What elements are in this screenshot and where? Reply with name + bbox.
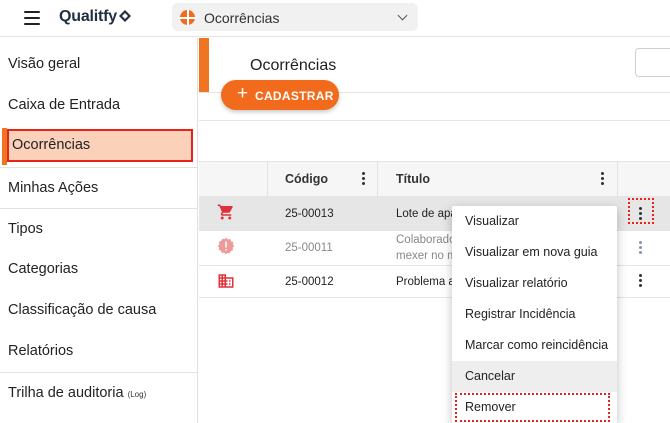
sidebar-item-label: Ocorrências — [7, 129, 193, 162]
cart-icon — [217, 204, 233, 220]
sidebar-item-ocorrencias[interactable]: Ocorrências — [0, 126, 197, 167]
sidebar-item-label: Categorias — [8, 261, 79, 277]
menu-item-marcar-reincidencia[interactable]: Marcar como reincidência — [452, 330, 617, 361]
alert-badge-icon — [217, 237, 235, 255]
sidebar-item-label: Tipos — [8, 221, 43, 237]
sidebar-item-trilha-de-auditoria[interactable]: Trilha de auditoria (Log) — [0, 372, 197, 413]
app-logo[interactable]: Qualitfy — [59, 8, 131, 26]
logo-text: Qualitfy — [59, 8, 117, 25]
column-separator — [377, 162, 378, 197]
module-selector-value: Ocorrências — [204, 10, 280, 26]
row-title: Lote de apa — [396, 208, 457, 220]
divider — [199, 120, 670, 121]
row-actions-icon[interactable] — [639, 241, 643, 255]
sidebar-item-classificacao-de-causa[interactable]: Classificação de causa — [0, 290, 197, 331]
chevron-down-icon — [397, 10, 408, 21]
row-context-menu: Visualizar Visualizar em nova guia Visua… — [452, 206, 617, 423]
sidebar-item-label: Classificação de causa — [8, 302, 157, 318]
logo-mark-icon — [118, 10, 131, 22]
table-header: Código Título — [199, 161, 670, 197]
menu-icon[interactable] — [24, 11, 40, 25]
sidebar-item-suffix: (Log) — [127, 390, 147, 399]
row-title-line-2: mexer no m — [396, 250, 457, 262]
menu-item-visualizar-nova-guia[interactable]: Visualizar em nova guia — [452, 237, 617, 268]
sidebar-item-tipos[interactable]: Tipos — [0, 208, 197, 249]
sidebar-item-label: Relatórios — [8, 343, 74, 359]
row-title-line-1: Colaborado — [396, 234, 456, 246]
header-search-input[interactable] — [635, 48, 670, 77]
sidebar: Visão geral Caixa de Entrada Ocorrências… — [0, 38, 198, 423]
sidebar-item-label: Caixa de Entrada — [8, 97, 121, 113]
plus-icon: + — [237, 83, 249, 104]
row-code: 25-00013 — [285, 208, 334, 220]
sidebar-item-minhas-acoes[interactable]: Minhas Ações — [0, 167, 197, 208]
menu-item-visualizar[interactable]: Visualizar — [452, 206, 617, 237]
column-separator — [267, 162, 268, 197]
page-accent-bar — [199, 38, 209, 92]
add-button[interactable]: + CADASTRAR — [221, 80, 339, 110]
sidebar-item-relatorios[interactable]: Relatórios — [0, 331, 197, 372]
column-header-codigo[interactable]: Código — [285, 172, 328, 186]
sidebar-item-categorias[interactable]: Categorias — [0, 249, 197, 290]
row-code: 25-00012 — [285, 276, 334, 288]
building-icon — [218, 274, 234, 288]
module-icon — [180, 10, 195, 25]
page-title: Ocorrências — [250, 57, 337, 74]
sidebar-item-label: Visão geral — [8, 56, 81, 72]
sidebar-item-caixa-de-entrada[interactable]: Caixa de Entrada — [0, 85, 197, 126]
menu-item-remover-label: Remover — [455, 393, 610, 422]
menu-item-visualizar-relatorio[interactable]: Visualizar relatório — [452, 268, 617, 299]
row-title: Problema a — [396, 276, 455, 288]
menu-item-registrar-incidencia[interactable]: Registrar Incidência — [452, 299, 617, 330]
row-actions-icon[interactable] — [639, 274, 643, 288]
row-code: 25-00011 — [285, 242, 333, 254]
column-separator — [617, 162, 618, 197]
sidebar-item-label: Trilha de auditoria — [8, 385, 124, 401]
module-selector[interactable]: Ocorrências — [172, 3, 418, 31]
menu-item-cancelar[interactable]: Cancelar — [452, 361, 617, 392]
column-menu-icon[interactable] — [601, 172, 605, 186]
sidebar-item-label: Minhas Ações — [8, 180, 99, 196]
row-actions-highlight — [628, 198, 654, 224]
column-menu-icon[interactable] — [362, 172, 366, 186]
menu-item-remover[interactable]: Remover — [452, 392, 617, 423]
add-button-label: CADASTRAR — [255, 89, 334, 103]
sidebar-item-visao-geral[interactable]: Visão geral — [0, 44, 197, 85]
top-bar: Qualitfy Ocorrências — [0, 0, 670, 37]
column-header-titulo[interactable]: Título — [396, 172, 430, 186]
